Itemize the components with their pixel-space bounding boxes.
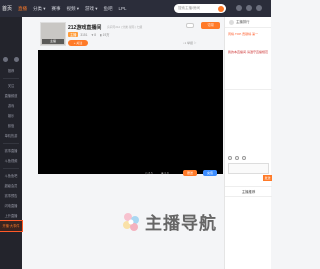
avatar-caption: 主播 [42, 39, 64, 44]
sidebar-item-entertainment[interactable]: 娱乐 [0, 111, 22, 121]
stat-fans: ▮ 19万 [100, 33, 110, 37]
emoji-icon[interactable] [228, 156, 232, 160]
site-logo[interactable]: 首页 [2, 5, 18, 12]
user-avatar-icon[interactable] [256, 5, 262, 11]
fishball-balance[interactable]: ◎ 8.5 [145, 171, 153, 175]
danmaku-style-icon[interactable] [235, 156, 239, 160]
sidebar-item-esports[interactable]: 赛事直播 [0, 146, 22, 156]
sidebar-item-event[interactable]: 开播·大事件 [0, 220, 23, 232]
nav-item-events[interactable]: 赛事 [52, 6, 61, 12]
left-sidebar: 推荐 关注 直播频道 游戏 娱乐 颜值 单机热游 赛事直播 斗鱼视频 斗鱼鱼吧 … [0, 17, 23, 269]
sidebar-item-schedule[interactable]: 赛事预告 [0, 191, 22, 201]
watermark-text: 主播导航 [145, 214, 217, 234]
rank-icon [229, 20, 234, 25]
right-panel: 主播排行 周榜·TOP·贡献榜·第一 我的本直播间·请遵守直播规范 发送 主播推… [224, 17, 272, 269]
watermark-logo-icon [123, 212, 139, 231]
rank-text: 周榜·TOP·贡献榜·第一 [228, 32, 259, 36]
follow-button[interactable]: + 关注 [68, 40, 88, 46]
search-box[interactable]: 搜索主播/房间 [174, 4, 226, 13]
top-navigation-bar: 首页 直播 分类 ▾ 赛事 视频 ▾ 游戏 ▾ 鱼吧 LPL 搜索主播/房间 [0, 0, 271, 17]
search-placeholder: 搜索主播/房间 [178, 6, 200, 10]
sidebar-item-recommend[interactable]: 推荐 [0, 66, 22, 76]
chat-input[interactable] [228, 163, 269, 174]
stat-hot: 3151 [80, 32, 88, 37]
report-link[interactable]: ↓1 举报 ⚐ [183, 41, 197, 45]
recommend-header: 主播推荐 [225, 186, 272, 197]
history-icon[interactable] [236, 5, 242, 11]
rank-header[interactable]: 主播排行 [225, 17, 271, 28]
sidebar-item-vip[interactable]: 超级会员 [0, 181, 22, 191]
fin-balance[interactable]: ◉ 0.8 [161, 171, 169, 175]
message-icon[interactable] [246, 5, 252, 11]
sidebar-item-follow[interactable]: 关注 [0, 81, 22, 91]
nav-item-forum[interactable]: 鱼吧 [104, 6, 113, 12]
sidebar-item-forum[interactable]: 斗鱼鱼吧 [0, 171, 22, 181]
sidebar-icons [0, 57, 22, 62]
sidebar-item-channel[interactable]: 直播频道 [0, 91, 22, 101]
sidebar-item-flash[interactable]: 闪电直播 [0, 201, 22, 211]
video-player[interactable] [38, 50, 223, 174]
settings-icon[interactable] [14, 57, 19, 62]
gift-bar: ◎ 8.5 ◉ 0.8 赠送 充值 [37, 168, 223, 180]
shield-icon[interactable] [3, 57, 8, 62]
room-title: 212游戏直播间 [68, 25, 102, 31]
subscribe-button[interactable]: 订阅 [201, 22, 220, 29]
streamer-avatar[interactable]: 主播 [40, 22, 66, 46]
sidebar-item-games[interactable]: 游戏 [0, 101, 22, 111]
nav-item-games[interactable]: 游戏 ▾ [85, 6, 98, 12]
nav-item-lpl[interactable]: LPL [119, 6, 127, 11]
level-badge: 主播 [68, 32, 79, 37]
gift-button[interactable]: 赠送 [183, 170, 197, 176]
room-main: 主播 212游戏直播间 房间号212 | 分类·星际 | 七级 主播 3151 … [37, 20, 223, 180]
sidebar-item-single-games[interactable]: 单机热游 [0, 131, 22, 141]
nav-item-live[interactable]: 直播 [18, 6, 27, 12]
nav-item-videos[interactable]: 视频 ▾ [67, 6, 80, 12]
sidebar-item-beauty[interactable]: 颜值 [0, 121, 22, 131]
rank-header-label: 主播排行 [236, 20, 250, 24]
chat-toolbar [225, 154, 272, 162]
stat-likes: ♥ 8 [91, 32, 97, 37]
share-button[interactable] [186, 23, 194, 28]
recharge-button[interactable]: 充值 [203, 170, 217, 176]
room-meta: 房间号212 | 分类·星际 | 七级 [107, 25, 143, 29]
watermark: 主播导航 [120, 209, 217, 234]
sidebar-divider [3, 143, 19, 144]
sidebar-divider [3, 168, 19, 169]
chat-notice: 我的本直播间·请遵守直播规范 [228, 50, 268, 54]
chat-messages [225, 89, 272, 145]
search-icon[interactable] [218, 5, 224, 12]
sidebar-menu: 推荐 关注 直播频道 游戏 娱乐 颜值 单机热游 赛事直播 斗鱼视频 斗鱼鱼吧 … [0, 57, 23, 232]
room-stats: 主播 3151 ♥ 8 ▮ 19万 [68, 32, 113, 37]
sidebar-item-rising[interactable]: 上升直播 [0, 211, 22, 221]
top-nav-links: 直播 分类 ▾ 赛事 视频 ▾ 游戏 ▾ 鱼吧 LPL [18, 6, 133, 12]
gift-icon[interactable] [242, 156, 246, 160]
sidebar-divider [3, 78, 19, 79]
send-button[interactable]: 发送 [263, 175, 272, 181]
top-right-icons [236, 5, 266, 11]
sidebar-item-videos[interactable]: 斗鱼视频 [0, 156, 22, 166]
nav-item-category[interactable]: 分类 ▾ [33, 6, 46, 12]
